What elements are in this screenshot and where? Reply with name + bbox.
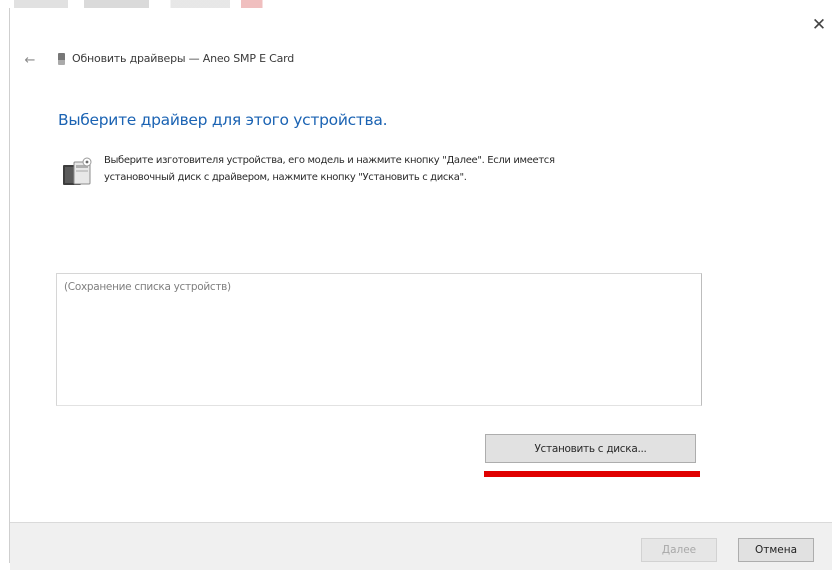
next-button[interactable]: Далее [641, 538, 717, 562]
hardware-device-icon [63, 157, 92, 185]
driver-list[interactable]: (Сохранение списка устройств) [56, 273, 702, 406]
instruction-line: установочный диск с драйвером, нажмите к… [104, 172, 467, 183]
page-heading: Выберите драйвер для этого устройства. [58, 111, 388, 129]
instruction-line: Выберите изготовителя устройства, его мо… [104, 155, 555, 166]
wizard-title: Обновить драйверы — Aneo SMP E Card [72, 52, 295, 65]
back-arrow-icon[interactable]: ← [21, 52, 39, 68]
have-disk-button[interactable]: Установить с диска... [485, 434, 696, 463]
footer-bar: Далее Отмена [10, 522, 832, 570]
window-border [9, 8, 10, 563]
device-icon [58, 53, 65, 65]
title-bar-strip [0, 0, 832, 12]
cancel-button[interactable]: Отмена [738, 538, 814, 562]
title-bar-blurred-content [14, 0, 284, 8]
instruction-text: Выберите изготовителя устройства, его мо… [104, 152, 714, 186]
highlight-underline [484, 471, 700, 477]
list-placeholder-text: (Сохранение списка устройств) [64, 281, 231, 293]
close-icon[interactable]: ✕ [808, 14, 830, 36]
